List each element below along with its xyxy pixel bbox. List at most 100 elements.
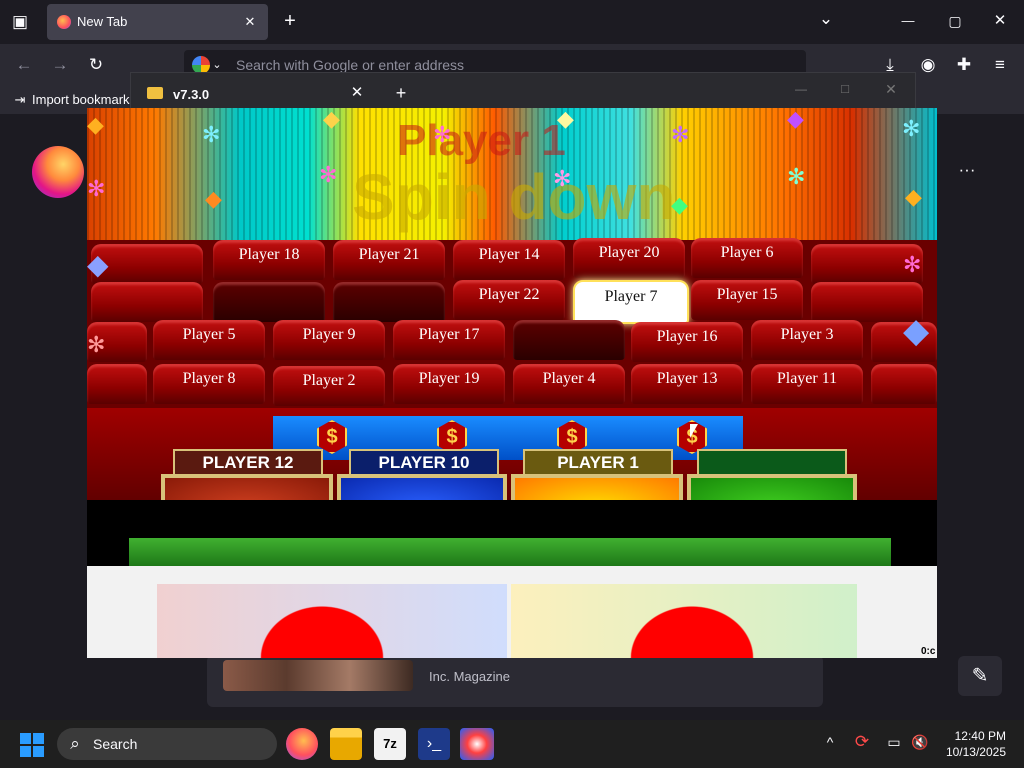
taskbar-explorer-icon[interactable] — [330, 728, 362, 760]
seat-player-15[interactable]: Player 15 — [691, 280, 803, 320]
seat-player-3[interactable]: Player 3 — [751, 320, 863, 360]
clock-time[interactable]: 12:40 PM — [946, 729, 1006, 743]
flower-sparkle-icon: ✻ — [87, 176, 106, 201]
firefox-logo-icon — [32, 146, 84, 198]
app-maximize-button[interactable]: □ — [835, 79, 855, 99]
diamond-sparkle-icon: ◆ — [903, 312, 930, 350]
story-source: Inc. Magazine — [429, 669, 510, 684]
app-close-button[interactable]: ✕ — [881, 79, 901, 99]
tab-title: New Tab — [77, 14, 128, 29]
red-splash-left — [227, 578, 417, 658]
firefox-favicon-icon — [57, 15, 71, 29]
account-icon[interactable]: ◉ — [918, 55, 938, 75]
clock-date[interactable]: 10/13/2025 — [938, 745, 1006, 759]
seat-player-17[interactable]: Player 17 — [393, 320, 505, 360]
tab-list-icon[interactable]: ⌄ — [816, 9, 836, 29]
green-platform — [129, 538, 891, 566]
podium-label-3: PLAYER 1 — [523, 449, 673, 477]
story-thumbnail — [223, 660, 413, 691]
diamond-sparkle-icon: ◆ — [87, 249, 109, 280]
seat-player-9[interactable]: Player 9 — [273, 320, 385, 360]
flower-sparkle-icon: ✻ — [87, 332, 106, 357]
app-window-titlebar: v7.3.0 ✕ + — □ ✕ — [130, 72, 916, 112]
corner-counter: 0:c — [921, 646, 936, 657]
flower-sparkle-icon: ✻ — [903, 252, 922, 277]
import-bookmarks-link[interactable]: Import bookmarks — [32, 92, 136, 107]
podium-label-4 — [697, 449, 847, 477]
seat-player-7-highlighted[interactable]: Player 7 — [573, 280, 689, 324]
empty-seat — [871, 364, 937, 404]
flower-sparkle-icon: ✻ — [433, 122, 452, 147]
reload-button[interactable]: ↻ — [86, 55, 106, 75]
more-options-icon[interactable]: ··· — [955, 160, 979, 180]
mouse-cursor-icon — [690, 424, 698, 438]
taskbar-search-label: Search — [93, 736, 138, 752]
taskbar-powershell-icon[interactable]: ›_ — [418, 728, 450, 760]
back-button[interactable]: ← — [14, 55, 34, 75]
seat-player-2[interactable]: Player 2 — [273, 366, 385, 406]
flower-sparkle-icon: ✻ — [787, 164, 806, 189]
seat-player-4[interactable]: Player 4 — [513, 364, 625, 404]
red-splash-right — [597, 578, 787, 658]
empty-seat — [513, 320, 625, 360]
browser-tab-bar: ▣ New Tab ✕ + ⌄ — ▢ ✕ — [0, 0, 1024, 44]
hidden-icons-chevron[interactable]: ^ — [822, 732, 838, 752]
seat-player-18[interactable]: Player 18 — [213, 240, 325, 280]
empty-seat — [213, 282, 325, 322]
speaker-muted-icon[interactable]: 🔇 — [910, 732, 930, 752]
diamond-sparkle-icon: ◆ — [323, 108, 340, 131]
app-tab-close-icon[interactable]: ✕ — [347, 83, 367, 103]
close-window-button[interactable]: ✕ — [990, 11, 1010, 31]
seat-player-11[interactable]: Player 11 — [751, 364, 863, 404]
sync-icon[interactable]: ⟳ — [852, 732, 872, 752]
seat-player-20[interactable]: Player 20 — [573, 238, 685, 278]
folder-icon — [147, 87, 163, 99]
forward-button[interactable]: → — [50, 55, 70, 75]
flower-sparkle-icon: ✻ — [319, 162, 338, 187]
address-placeholder: Search with Google or enter address — [236, 57, 465, 73]
diamond-sparkle-icon: ◆ — [671, 192, 688, 217]
seat-player-14[interactable]: Player 14 — [453, 240, 565, 280]
seat-player-22[interactable]: Player 22 — [453, 280, 565, 320]
customize-button[interactable]: ✎ — [958, 656, 1002, 696]
seat-player-19[interactable]: Player 19 — [393, 364, 505, 404]
tab-overview-icon[interactable]: ▣ — [10, 12, 30, 32]
minimize-button[interactable]: — — [898, 11, 918, 31]
diamond-sparkle-icon: ◆ — [557, 108, 574, 131]
tab-close-icon[interactable]: ✕ — [241, 12, 259, 32]
podium-label-2: PLAYER 10 — [349, 449, 499, 477]
diamond-sparkle-icon: ◆ — [87, 112, 104, 137]
title-line-1: Player 1 — [397, 116, 566, 165]
app-window-title: v7.3.0 — [173, 87, 210, 102]
tab-new-tab[interactable]: New Tab ✕ — [47, 4, 268, 40]
seat-player-6[interactable]: Player 6 — [691, 238, 803, 278]
podium-label-1: PLAYER 12 — [173, 449, 323, 477]
game-viewport[interactable]: Player 1 Spin down ◆ ✻ ◆ ✻ ✻ ◆ ✻ ✻ ◆ ◆ ✻… — [87, 108, 937, 658]
maximize-button[interactable]: ▢ — [945, 11, 965, 31]
flower-sparkle-icon: ✻ — [553, 166, 572, 191]
display-icon[interactable]: ▭ — [884, 732, 904, 752]
diamond-sparkle-icon: ◆ — [205, 186, 222, 211]
app-menu-icon[interactable]: ≡ — [990, 55, 1010, 75]
taskbar-7zip-icon[interactable]: 7z — [374, 728, 406, 760]
new-tab-button[interactable]: + — [280, 11, 300, 31]
app-new-tab-button[interactable]: + — [391, 83, 411, 103]
empty-seat — [87, 364, 147, 404]
flower-sparkle-icon: ✻ — [902, 116, 921, 141]
diamond-sparkle-icon: ◆ — [787, 108, 804, 131]
seat-player-5[interactable]: Player 5 — [153, 320, 265, 360]
taskbar-firefox-icon[interactable] — [286, 728, 318, 760]
app-minimize-button[interactable]: — — [791, 79, 811, 99]
search-icon: ⌕ — [70, 734, 80, 753]
flower-sparkle-icon: ✻ — [202, 122, 221, 147]
seat-player-16[interactable]: Player 16 — [631, 322, 743, 362]
windows-start-icon[interactable] — [20, 733, 44, 757]
seat-player-8[interactable]: Player 8 — [153, 364, 265, 404]
taskbar-game-icon[interactable] — [460, 728, 494, 760]
seat-player-21[interactable]: Player 21 — [333, 240, 445, 280]
seat-player-13[interactable]: Player 13 — [631, 364, 743, 404]
extensions-icon[interactable]: ✚ — [954, 55, 974, 75]
empty-seat — [91, 282, 203, 322]
empty-seat — [333, 282, 445, 322]
taskbar-search[interactable]: ⌕ Search — [57, 728, 277, 760]
